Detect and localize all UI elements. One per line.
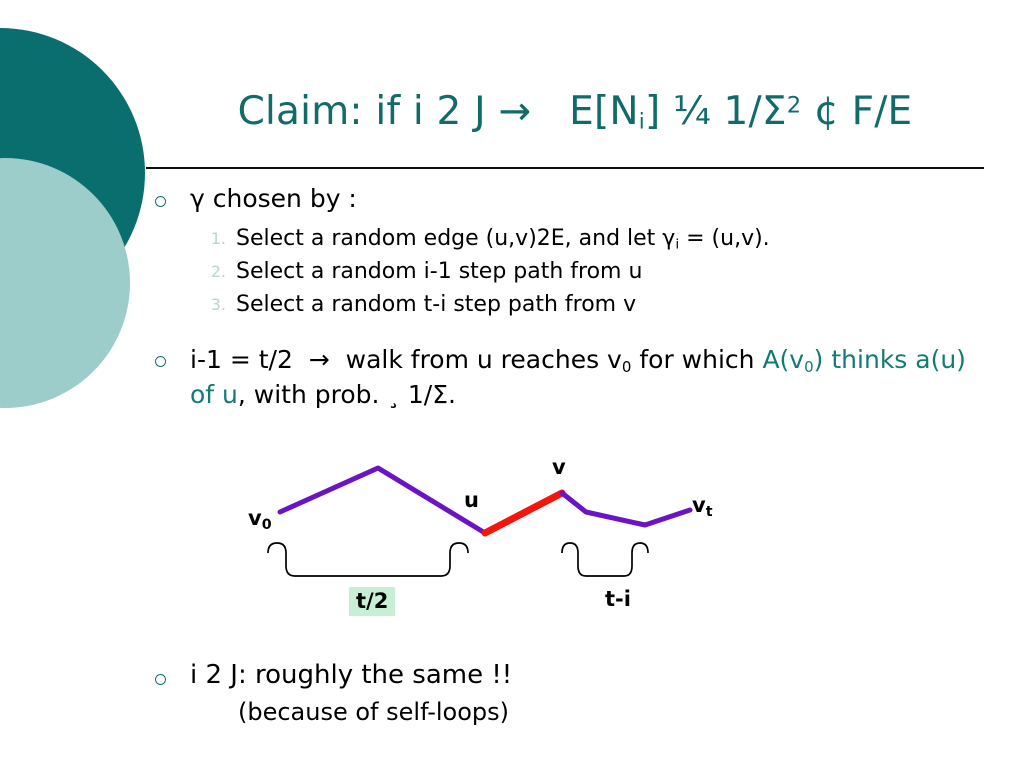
list-item-number: 1. bbox=[210, 229, 226, 248]
bullet-marker-icon-3 bbox=[155, 674, 166, 685]
bullet-2-seg3: for which bbox=[631, 345, 763, 374]
list-item-number: 3. bbox=[210, 295, 226, 314]
bullet-2-seg2-subscript: 0 bbox=[621, 357, 632, 376]
title-arrow-icon: → bbox=[498, 89, 532, 134]
page-title: Claim: if i 2 J → E[Ni] ¼ 1/Σ2 ¢ F/E bbox=[150, 89, 1000, 134]
title-expr-c: ¢ F/E bbox=[813, 89, 913, 134]
numbered-step-list: 1. Select a random edge (u,v)2E, and let … bbox=[211, 222, 770, 321]
node-label-vt: vt bbox=[692, 493, 713, 520]
walk-path-svg bbox=[267, 465, 693, 577]
bullet-2-teal1-end: ) bbox=[813, 345, 824, 374]
title-expr-a: E[N bbox=[569, 89, 639, 134]
walk-segment-left bbox=[277, 465, 488, 536]
node-label-u: u bbox=[464, 488, 479, 512]
node-label-v0-subscript: 0 bbox=[261, 516, 272, 533]
random-walk-diagram: v0 u v vt t/2 t-i bbox=[230, 440, 750, 640]
bullet-2-text: i-1 = t/2 → walk from u reaches v0 for w… bbox=[190, 343, 980, 411]
node-label-v: v bbox=[552, 455, 566, 479]
bullet-2-teal-av0: A(v0) bbox=[762, 345, 824, 376]
list-item-text: Select a random edge (u,v)2E, and let γ bbox=[236, 226, 676, 251]
bullet-2-seg4: , with prob. ¸ 1/Σ. bbox=[237, 379, 456, 409]
brace-label-t-minus-i: t-i bbox=[605, 587, 631, 611]
title-expr-b: ] ¼ 1/Σ bbox=[644, 89, 787, 134]
brace-right bbox=[561, 542, 649, 577]
bullet-2-teal1-subscript: 0 bbox=[804, 357, 814, 376]
brace-left bbox=[267, 542, 469, 577]
bullet-2-seg2: walk from u reaches v bbox=[345, 345, 622, 374]
title-expr-b-superscript: 2 bbox=[786, 92, 802, 119]
list-item: 3. Select a random t-i step path from v bbox=[211, 288, 770, 321]
bullet-3-subtext: (because of self-loops) bbox=[238, 698, 510, 726]
bullet-marker-icon-2 bbox=[155, 356, 166, 367]
walk-segment-right bbox=[559, 490, 693, 528]
bullet-2-arrow-icon: → bbox=[308, 345, 330, 374]
bullet-2-teal1: A(v bbox=[762, 345, 805, 374]
bullet-1-text: γ chosen by : bbox=[190, 184, 357, 213]
list-item: 2. Select a random i-1 step path from u bbox=[211, 255, 770, 288]
node-label-v0: v0 bbox=[248, 506, 272, 533]
node-label-v0-text: v bbox=[248, 506, 262, 530]
list-item-number: 2. bbox=[210, 262, 226, 281]
list-item-text: Select a random t-i step path from v bbox=[236, 292, 637, 317]
node-label-vt-text: v bbox=[692, 493, 706, 517]
title-divider bbox=[146, 167, 984, 169]
list-item: 1. Select a random edge (u,v)2E, and let … bbox=[211, 222, 770, 255]
list-item-text-tail: = (u,v). bbox=[679, 226, 770, 251]
title-lead: Claim: if i 2 J bbox=[237, 89, 486, 134]
list-item-text: Select a random i-1 step path from u bbox=[236, 259, 643, 284]
node-label-vt-subscript: t bbox=[705, 503, 713, 520]
bullet-3-text: i 2 J: roughly the same !! bbox=[190, 660, 513, 690]
bullet-2-seg1: i-1 = t/2 bbox=[190, 345, 293, 374]
brace-label-t-over-2: t/2 bbox=[349, 587, 396, 616]
highlight-edge-uv bbox=[481, 489, 566, 537]
bullet-marker-icon-1 bbox=[155, 196, 166, 207]
